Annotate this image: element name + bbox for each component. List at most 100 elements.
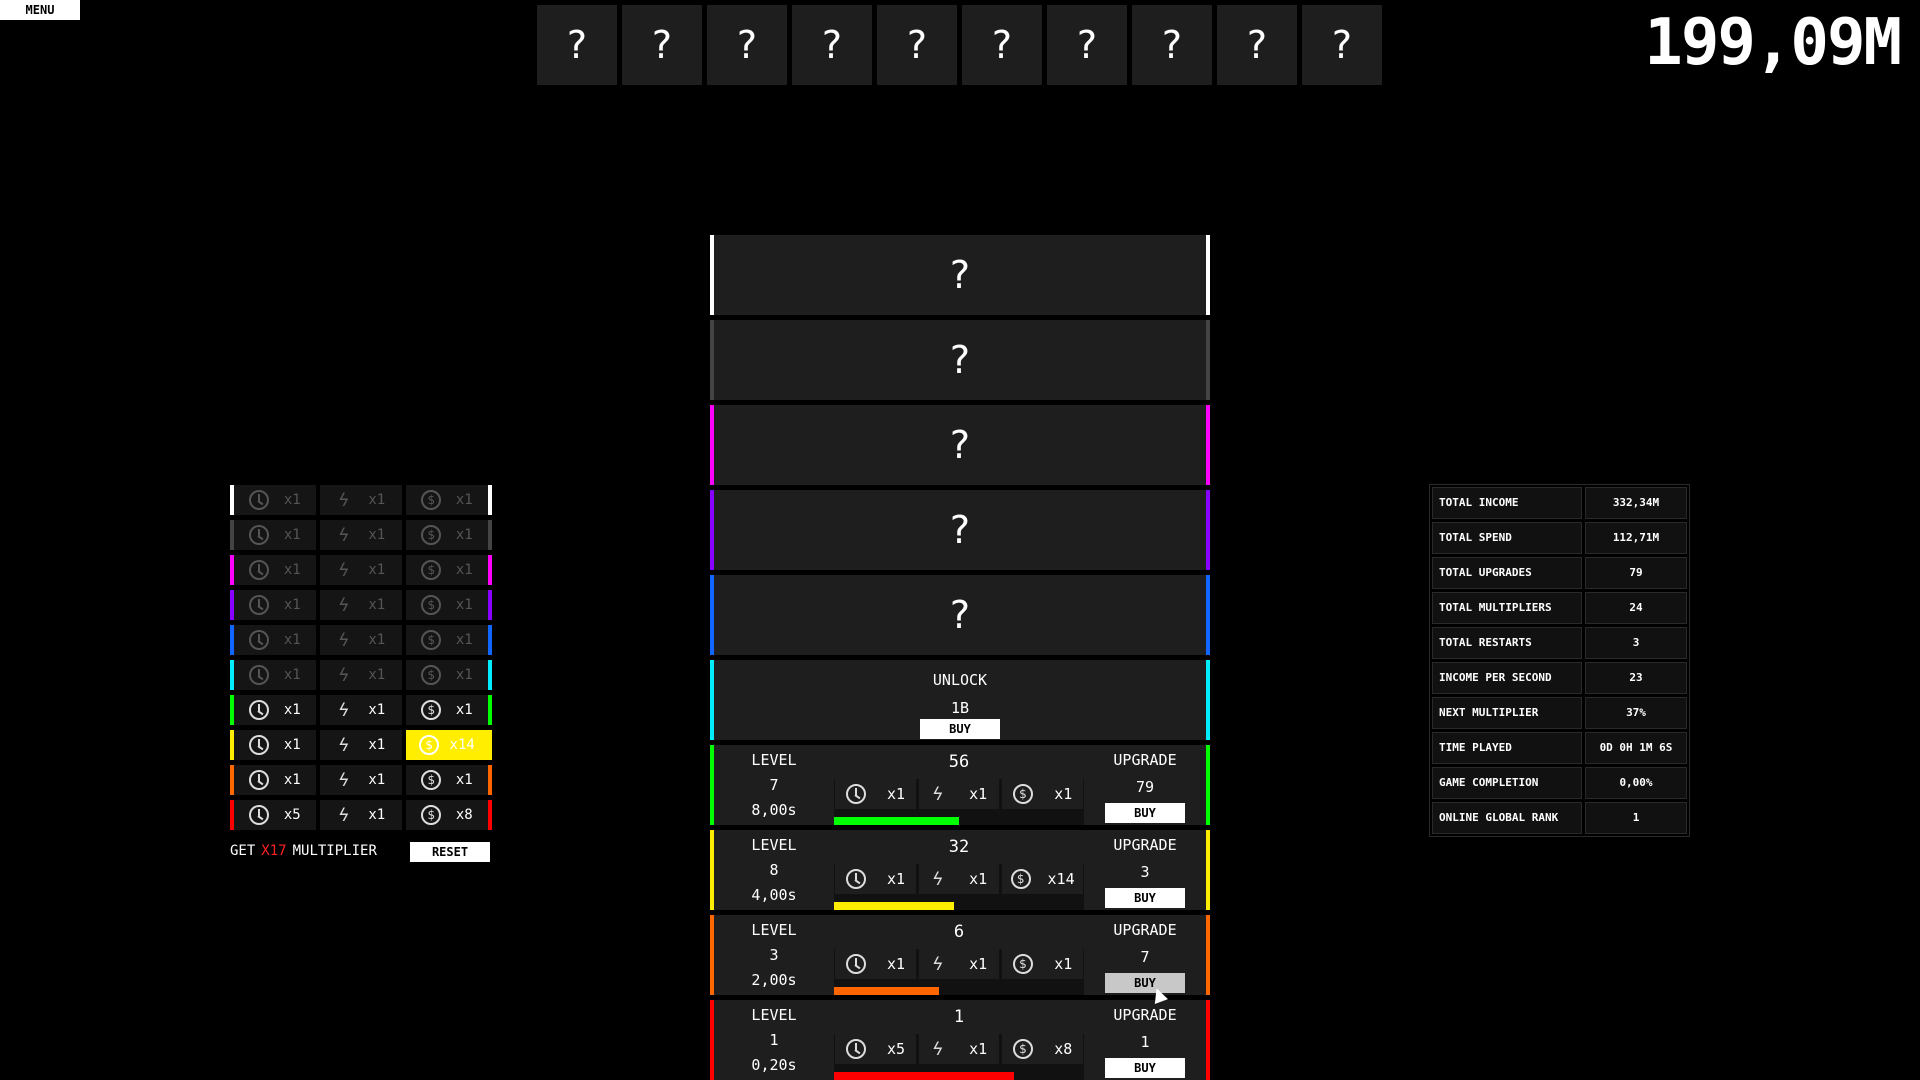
speed-multiplier-cell[interactable]: x5 [234,800,316,830]
reset-button[interactable]: RESET [410,842,490,862]
speed-multiplier: x1 [835,949,916,979]
coin-mult-value: x8 [1054,1040,1073,1058]
power-mult-value: x1 [969,870,988,888]
multiplier-row: x1 ϟ x1 $ x14 [230,730,492,760]
coin-multiplier-cell[interactable]: $ x1 [406,555,488,585]
speed-multiplier-cell[interactable]: x1 [234,730,316,760]
speed-mult-value: x1 [283,562,301,578]
speed-multiplier-cell[interactable]: x1 [234,765,316,795]
locked-generator: ? [710,490,1210,570]
top-slot[interactable]: ? [1217,5,1297,85]
top-slot[interactable]: ? [877,5,957,85]
top-slot[interactable]: ? [622,5,702,85]
prestige-line: GET X17 MULTIPLIER [230,843,377,859]
upgrade-cost: 7 [1140,948,1150,966]
power-multiplier: ϟ x1 [918,949,1000,979]
coin-mult-value: x14 [1047,870,1075,888]
top-slot[interactable]: ? [792,5,872,85]
multiplier-row: x1 ϟ x1 $ x1 [230,485,492,515]
speed-multiplier-cell[interactable]: x1 [234,485,316,515]
speed-multiplier-cell[interactable]: x1 [234,555,316,585]
speed-mult-value: x1 [283,737,301,753]
top-slot[interactable]: ? [1302,5,1382,85]
top-slot[interactable]: ? [962,5,1042,85]
power-multiplier-cell[interactable]: ϟ x1 [320,730,402,760]
multiplier-row: x1 ϟ x1 $ x1 [230,660,492,690]
clock-icon [845,1039,866,1059]
upgrade-label: UPGRADE [1113,836,1177,854]
multiplier-panel: x1 ϟ x1 $ x1 x1 ϟ x1 $ x1 x1 ϟ x1 $ x1 x1 ϟ x1 … [230,485,492,835]
coin-multiplier: $ x1 [1002,949,1084,979]
stat-value: 112,71M [1585,522,1687,554]
speed-mult-value: x1 [283,597,301,613]
power-multiplier-cell[interactable]: ϟ x1 [320,590,402,620]
lightning-icon: ϟ [337,594,350,616]
upgrade-buy-button[interactable]: BUY [1105,973,1185,993]
multiplier-row: x1 ϟ x1 $ x1 [230,695,492,725]
upgrade-buy-button[interactable]: BUY [1105,1058,1185,1078]
menu-button[interactable]: MENU [0,0,80,20]
coin-multiplier-cell[interactable]: $ x1 [406,485,488,515]
multiplier-row: x1 ϟ x1 $ x1 [230,765,492,795]
coin-multiplier-cell[interactable]: $ x1 [406,660,488,690]
coin-mult-value: x8 [455,807,473,823]
stat-value: 0D 0H 1M 6S [1585,732,1687,764]
power-multiplier: ϟ x1 [918,779,1000,809]
active-generator: LEVEL 3 2,00s 6 x1 ϟ x1 $ x1 UPGRADE 7 BUY [710,915,1210,995]
unlock-buy-button[interactable]: BUY [920,719,1000,739]
stat-key: TIME PLAYED [1432,732,1582,764]
power-multiplier-cell[interactable]: ϟ x1 [320,625,402,655]
level-label: LEVEL [751,751,797,769]
speed-mult-value: x1 [283,702,301,718]
coin-icon: $ [421,490,442,510]
clock-icon [249,700,270,720]
speed-multiplier: x1 [835,864,916,894]
coin-multiplier-cell[interactable]: $ x1 [406,695,488,725]
coin-multiplier-cell[interactable]: $ x8 [406,800,488,830]
generator-upgrade-block: UPGRADE 3 BUY [1084,830,1210,910]
lightning-icon: ϟ [337,769,350,791]
clock-icon [249,805,270,825]
coin-mult-value: x1 [1054,955,1073,973]
top-slot[interactable]: ? [707,5,787,85]
power-multiplier-cell[interactable]: ϟ x1 [320,695,402,725]
power-multiplier-cell[interactable]: ϟ x1 [320,660,402,690]
speed-multiplier-cell[interactable]: x1 [234,625,316,655]
coin-multiplier-cell[interactable]: $ x1 [406,625,488,655]
unlock-generator: UNLOCK 1B BUY [710,660,1210,740]
upgrade-buy-button[interactable]: BUY [1105,803,1185,823]
coin-multiplier-cell[interactable]: $ x14 [406,730,488,760]
lightning-icon: ϟ [337,734,350,756]
top-slot[interactable]: ? [537,5,617,85]
power-multiplier-cell[interactable]: ϟ x1 [320,485,402,515]
speed-multiplier-cell[interactable]: x1 [234,590,316,620]
locked-generator: ? [710,405,1210,485]
stat-key: TOTAL SPEND [1432,522,1582,554]
speed-multiplier: x1 [835,779,916,809]
top-slot[interactable]: ? [1132,5,1212,85]
speed-mult-value: x5 [886,1040,905,1058]
power-multiplier-cell[interactable]: ϟ x1 [320,555,402,585]
power-multiplier-cell[interactable]: ϟ x1 [320,520,402,550]
coin-multiplier-cell[interactable]: $ x1 [406,590,488,620]
stat-value: 23 [1585,662,1687,694]
coin-multiplier-cell[interactable]: $ x1 [406,765,488,795]
cycle-time: 8,00s [751,801,797,819]
upgrade-cost: 1 [1140,1033,1150,1051]
speed-multiplier-cell[interactable]: x1 [234,660,316,690]
coin-mult-value: x1 [455,562,473,578]
generator-stack: ? ? ? ? ? UNLOCK 1B BUY LEVEL 7 8,00s 56… [710,235,1210,1080]
top-slot[interactable]: ? [1047,5,1127,85]
speed-multiplier-cell[interactable]: x1 [234,520,316,550]
coin-icon: $ [421,630,442,650]
coin-mult-value: x1 [1054,785,1073,803]
power-multiplier-cell[interactable]: ϟ x1 [320,765,402,795]
power-multiplier-cell[interactable]: ϟ x1 [320,800,402,830]
multiplier-row: x1 ϟ x1 $ x1 [230,555,492,585]
power-mult-value: x1 [969,955,988,973]
upgrade-buy-button[interactable]: BUY [1105,888,1185,908]
coin-icon: $ [421,805,442,825]
stat-value: 79 [1585,557,1687,589]
coin-multiplier-cell[interactable]: $ x1 [406,520,488,550]
speed-multiplier-cell[interactable]: x1 [234,695,316,725]
